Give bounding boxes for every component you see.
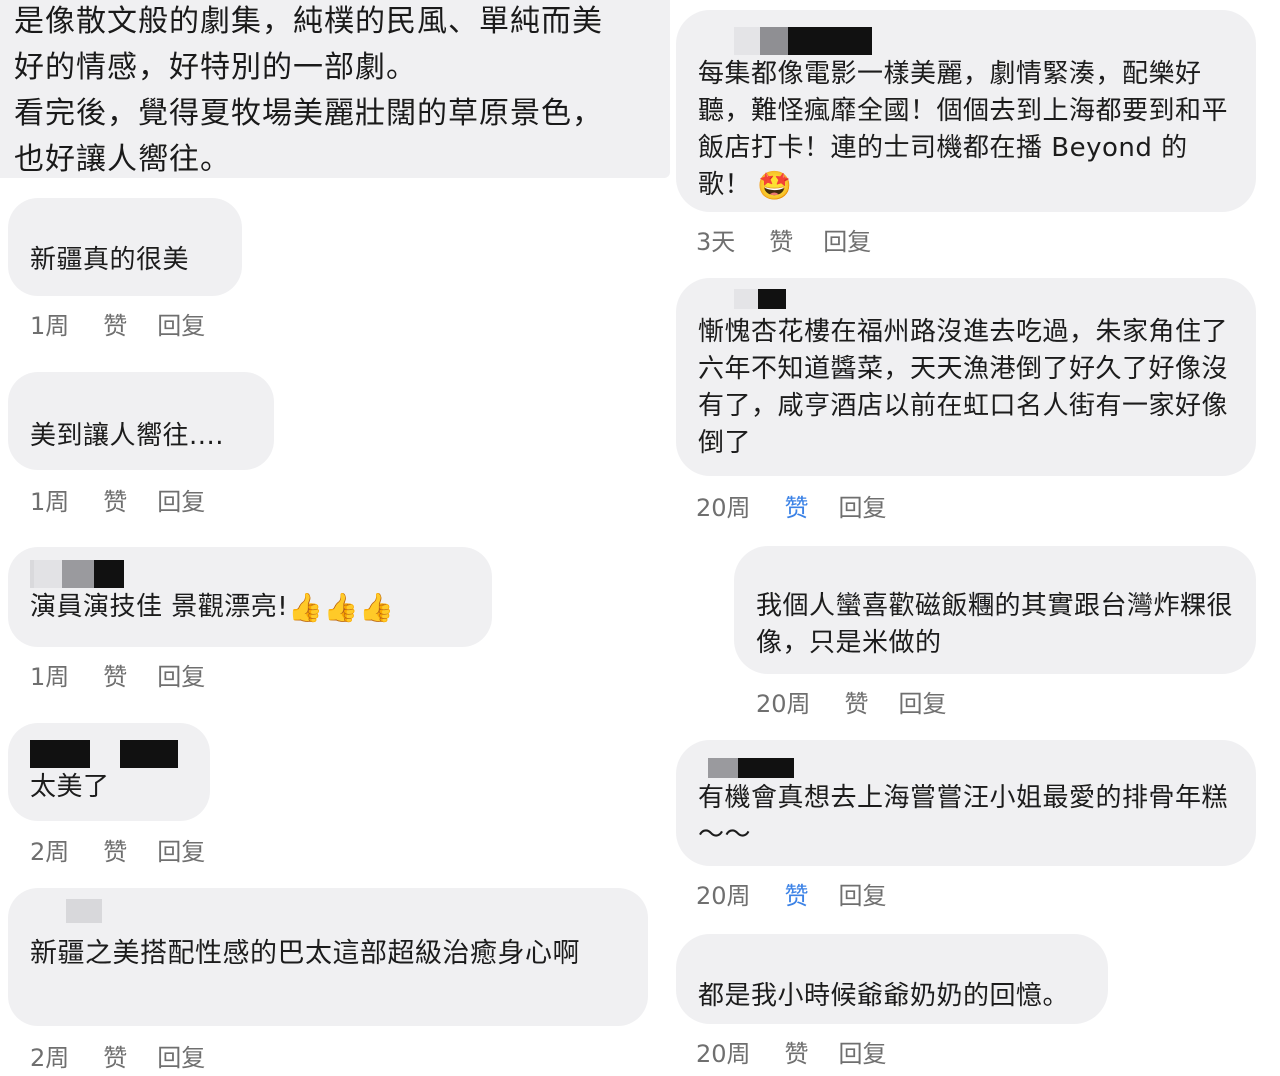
comment-meta: 1周 赞 回复: [30, 306, 205, 341]
comment-text: 太美了: [30, 772, 110, 802]
like-button[interactable]: 赞: [103, 657, 127, 692]
reply-button[interactable]: 回复: [157, 1038, 205, 1073]
comment-meta: 2周 赞 回复: [30, 1038, 205, 1073]
comment-meta: 1周 赞 回复: [30, 482, 205, 517]
commenter-name-redacted[interactable]: [30, 739, 210, 769]
comment-text: 都是我小時候爺爺奶奶的回憶。: [698, 981, 1070, 1011]
post-text-line: 是像散文般的劇集，純樸的民風、單純而美: [14, 4, 603, 39]
like-button[interactable]: 赞: [785, 488, 809, 523]
comment-time: 3天: [696, 228, 736, 256]
comment-bubble: 新疆真的很美: [8, 198, 242, 296]
comment-meta: 2周 赞 回复: [30, 832, 205, 867]
commenter-name-redacted[interactable]: [734, 284, 1236, 314]
comment-bubble: 美到讓人嚮往....: [8, 372, 274, 470]
reply-button[interactable]: 回复: [839, 1034, 887, 1069]
comment-time: 20周: [696, 1040, 751, 1068]
comment-time: 20周: [756, 690, 811, 718]
comment-meta: 3天 赞 回复: [696, 222, 871, 257]
comment-bubble: 有機會真想去上海嘗嘗汪小姐最愛的排骨年糕～～: [676, 740, 1256, 866]
commenter-name-redacted[interactable]: [708, 756, 1236, 780]
reply-button[interactable]: 回复: [157, 657, 205, 692]
commenter-name-redacted[interactable]: [30, 896, 624, 926]
like-button[interactable]: 赞: [785, 876, 809, 911]
comment-time: 20周: [696, 882, 751, 910]
like-button[interactable]: 赞: [769, 222, 793, 257]
like-button[interactable]: 赞: [103, 482, 127, 517]
comment-time: 1周: [30, 312, 70, 340]
reply-button[interactable]: 回复: [899, 684, 947, 719]
reply-button[interactable]: 回复: [839, 488, 887, 523]
comment-bubble: 慚愧杏花樓在福州路沒進去吃過，朱家角住了六年不知道醬菜，天天漁港倒了好久了好像沒…: [676, 278, 1256, 476]
comment-text: 新疆真的很美: [30, 245, 190, 275]
reply-button[interactable]: 回复: [823, 222, 871, 257]
comment-text: 新疆之美搭配性感的巴太這部超級治癒身心啊: [30, 938, 580, 969]
comment-bubble: 都是我小時候爺爺奶奶的回憶。: [676, 934, 1108, 1024]
left-comment-column: 是像散文般的劇集，純樸的民風、單純而美 好的情感，好特別的一部劇。 看完後，覺得…: [0, 0, 672, 1076]
comment-bubble: 演員演技佳 景觀漂亮!👍👍👍: [8, 547, 492, 647]
post-text-line: 看完後，覺得夏牧場美麗壯闊的草原景色，: [14, 96, 603, 131]
comment-time: 2周: [30, 838, 70, 866]
reply-button[interactable]: 回复: [157, 306, 205, 341]
comment-meta: 1周 赞 回复: [30, 657, 205, 692]
comment-text: 慚愧杏花樓在福州路沒進去吃過，朱家角住了六年不知道醬菜，天天漁港倒了好久了好像沒…: [698, 317, 1229, 458]
like-button[interactable]: 赞: [103, 1038, 127, 1073]
comment-time: 2周: [30, 1044, 70, 1072]
commenter-name-redacted[interactable]: [734, 26, 1236, 56]
comment-time: 1周: [30, 488, 70, 516]
comment-meta: 20周 赞 回复: [756, 684, 947, 719]
comment-bubble: 新疆之美搭配性感的巴太這部超級治癒身心啊: [8, 888, 648, 1026]
post-text-line: 也好讓人嚮往。: [14, 142, 231, 177]
like-button[interactable]: 赞: [845, 684, 869, 719]
comment-meta: 20周 赞 回复: [696, 1034, 887, 1069]
like-button[interactable]: 赞: [103, 832, 127, 867]
reply-button[interactable]: 回复: [157, 482, 205, 517]
comment-bubble: 每集都像電影一樣美麗，劇情緊湊，配樂好聽，難怪瘋靡全國！個個去到上海都要到和平飯…: [676, 10, 1256, 212]
reply-button[interactable]: 回复: [839, 876, 887, 911]
post-text: 是像散文般的劇集，純樸的民風、單純而美 好的情感，好特別的一部劇。 看完後，覺得…: [0, 0, 670, 178]
like-button[interactable]: 赞: [785, 1034, 809, 1069]
like-button[interactable]: 赞: [103, 306, 127, 341]
comment-text: 演員演技佳 景觀漂亮!: [30, 592, 289, 622]
comment-meta: 20周 赞 回复: [696, 488, 887, 523]
comment-time: 1周: [30, 663, 70, 691]
reply-button[interactable]: 回复: [157, 832, 205, 867]
commenter-name-redacted[interactable]: [30, 559, 492, 589]
thumbs-up-icon: 👍: [323, 590, 359, 624]
comment-text: 我個人蠻喜歡磁飯糰的其實跟台灣炸粿很像，只是米做的: [756, 591, 1234, 658]
comment-bubble: 太美了: [8, 723, 210, 821]
right-comment-column: 每集都像電影一樣美麗，劇情緊湊，配樂好聽，難怪瘋靡全國！個個去到上海都要到和平飯…: [672, 0, 1280, 1076]
post-text-line: 好的情感，好特別的一部劇。: [14, 50, 417, 85]
comment-meta: 20周 赞 回复: [696, 876, 887, 911]
star-struck-emoji-icon: 🤩: [757, 168, 793, 202]
comment-time: 20周: [696, 494, 751, 522]
thumbs-up-icon: 👍: [288, 590, 324, 624]
comment-bubble: 我個人蠻喜歡磁飯糰的其實跟台灣炸粿很像，只是米做的: [734, 546, 1256, 674]
comment-text: 美到讓人嚮往....: [30, 421, 225, 451]
thumbs-up-icon: 👍: [358, 590, 395, 624]
comment-text: 有機會真想去上海嘗嘗汪小姐最愛的排骨年糕～～: [698, 783, 1229, 850]
